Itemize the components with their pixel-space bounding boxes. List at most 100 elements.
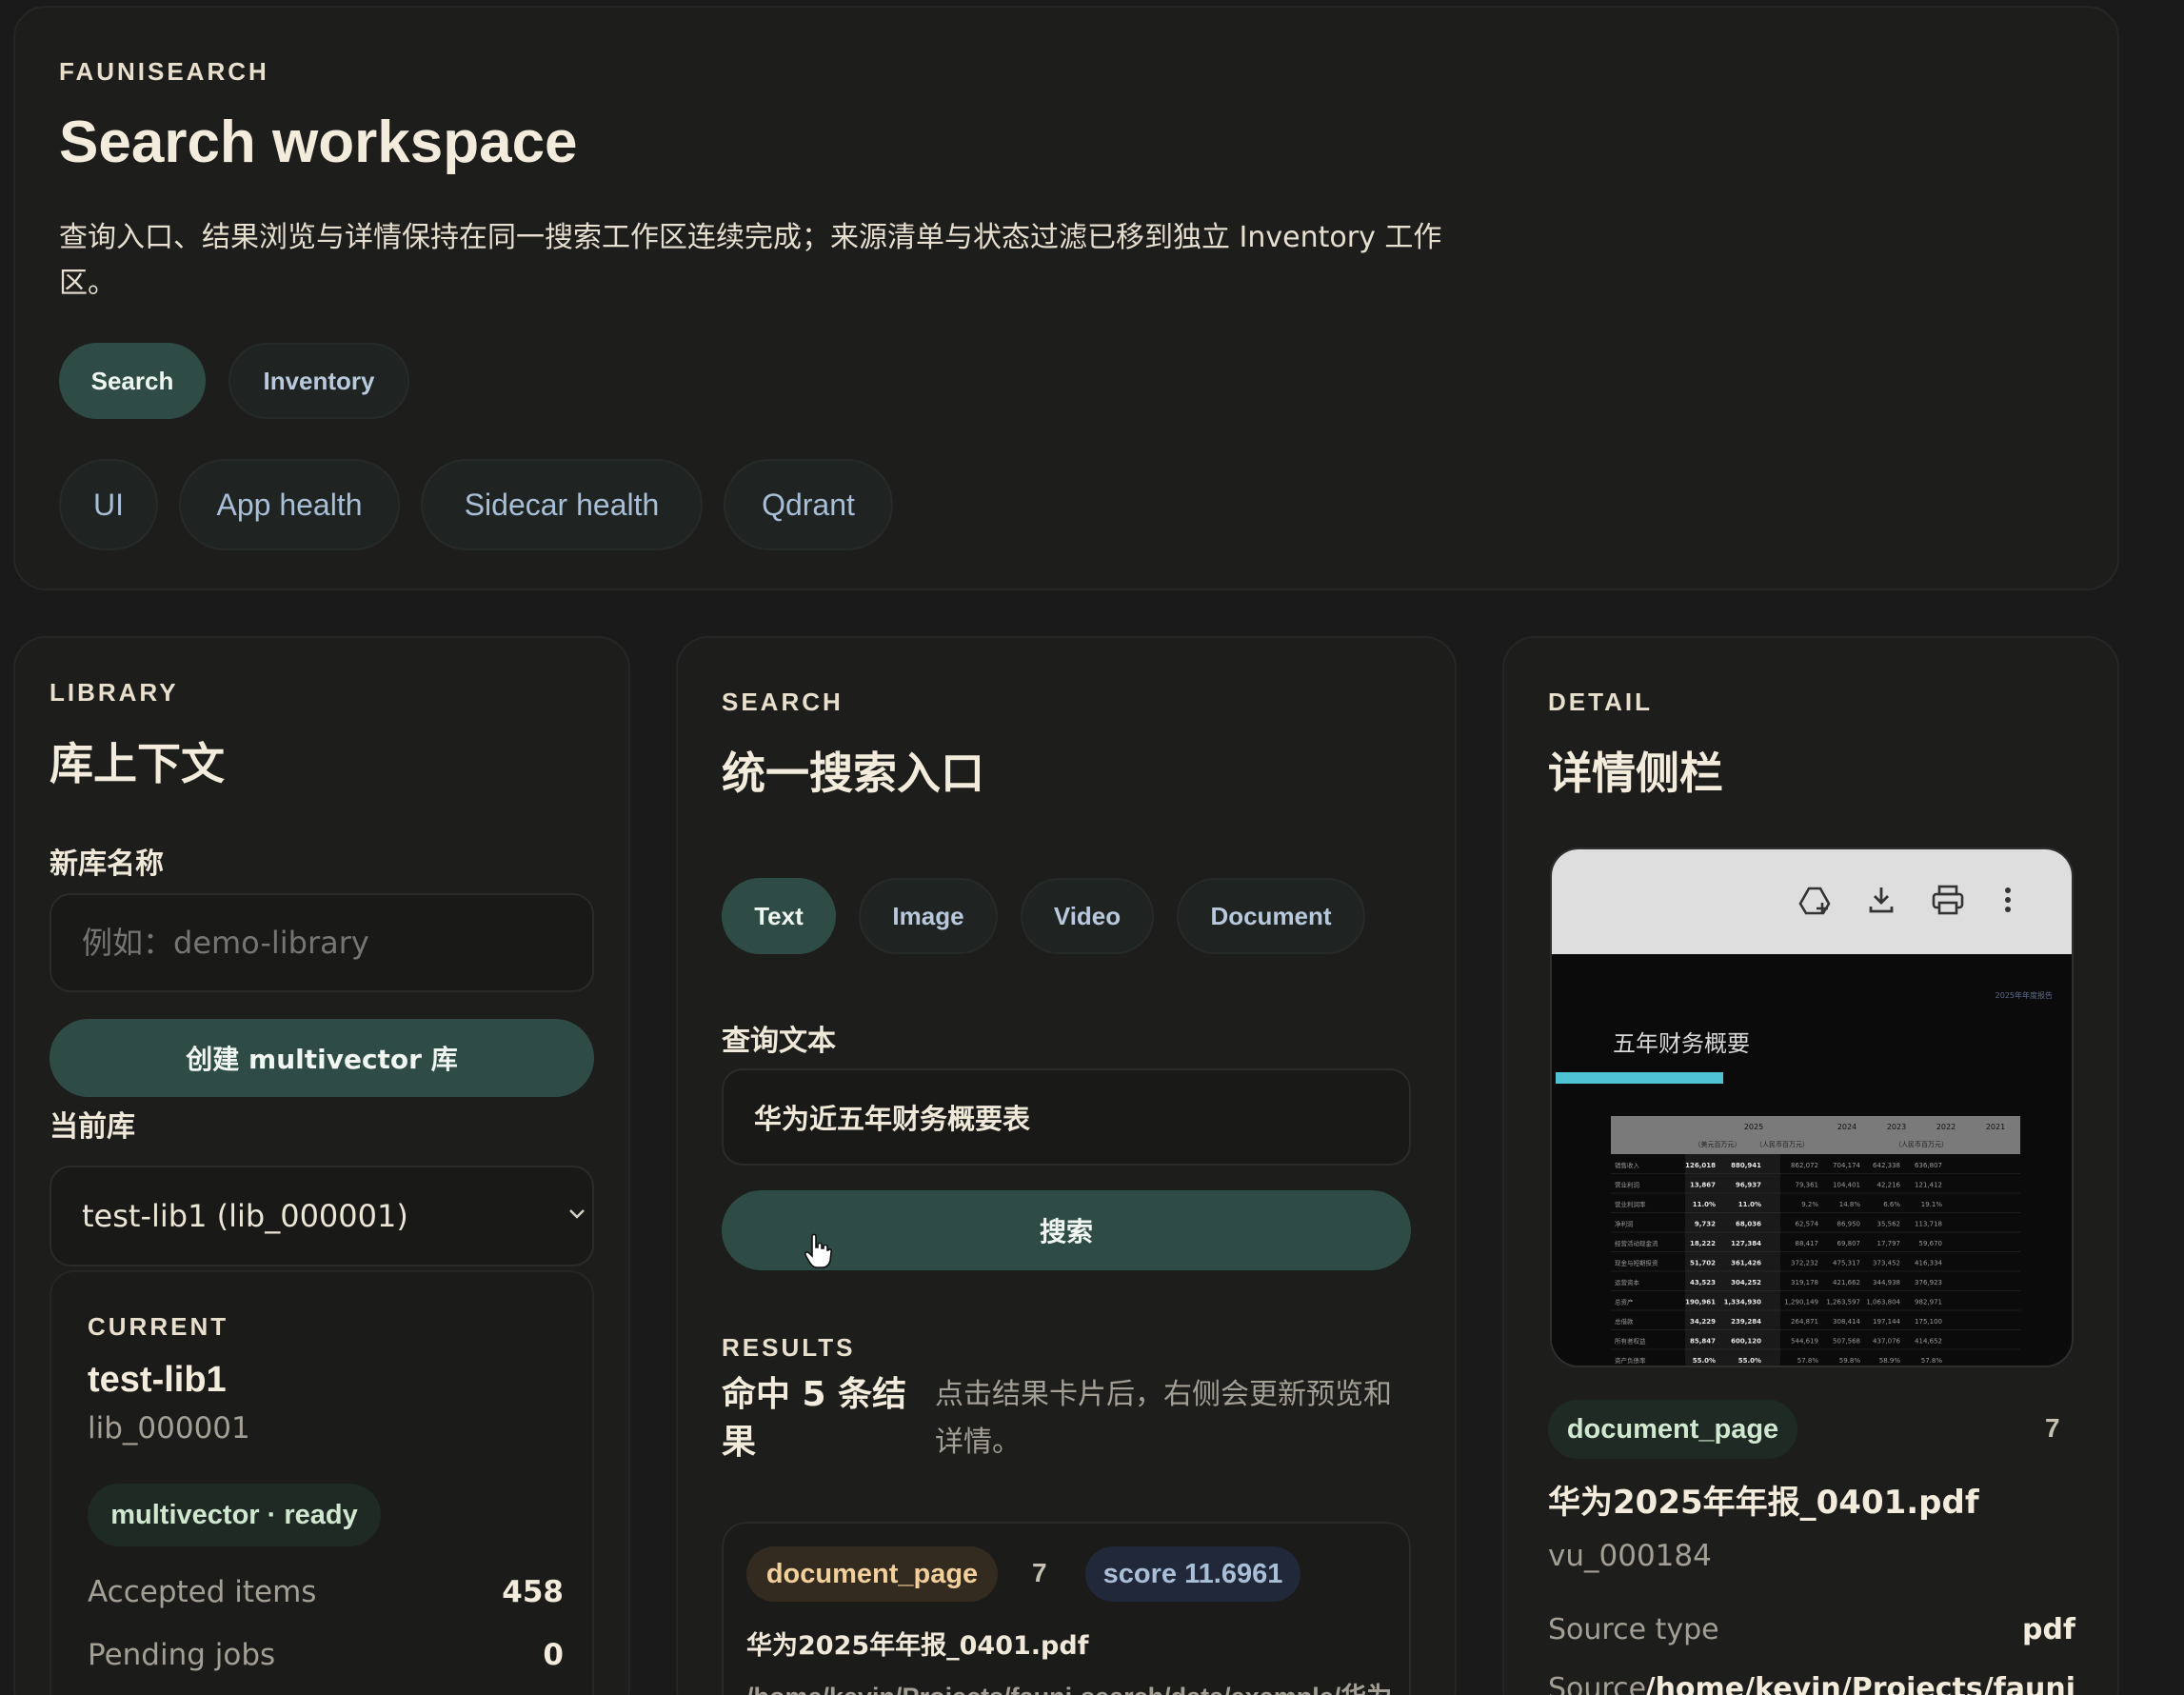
- result-path: /home/kevin/Projects/fauni-search/data/e…: [746, 1676, 1392, 1695]
- mode-tab-text[interactable]: Text: [722, 878, 836, 954]
- page-description: 查询入口、结果浏览与详情保持在同一搜索工作区连续完成；来源清单与状态过滤已移到独…: [59, 215, 1506, 307]
- table-row-label: 资产负债率: [1615, 1356, 1646, 1365]
- table-cell: 43,523: [1690, 1279, 1716, 1286]
- table-row-label: 营业利润率: [1615, 1200, 1646, 1208]
- pdf-toolbar: [1552, 849, 2072, 954]
- table-cell: 51,702: [1690, 1260, 1716, 1267]
- document-preview[interactable]: 2025年年度报告 五年财务概要 2025 2024 2023 2022 2021 （美元…: [1550, 848, 2074, 1367]
- table-cell: 437,076: [1873, 1338, 1900, 1346]
- stat-label: Accepted items: [88, 1575, 317, 1609]
- detail-vu-id: vu_000184: [1548, 1539, 1712, 1573]
- result-page: 7: [1032, 1558, 1047, 1587]
- table-cell: 1,334,930: [1724, 1299, 1762, 1306]
- query-input[interactable]: 华为近五年财务概要表: [722, 1068, 1411, 1166]
- tab-inventory[interactable]: Inventory: [228, 343, 409, 419]
- current-library-label: 当前库: [50, 1110, 135, 1144]
- detail-filename: 华为2025年年报_0401.pdf: [1548, 1484, 1979, 1522]
- table-row-label: 现金与短期投资: [1615, 1259, 1658, 1267]
- detail-page: 7: [2045, 1413, 2060, 1443]
- pdf-accent-bar: [1556, 1072, 1723, 1084]
- more-vert-icon[interactable]: [2003, 886, 2013, 914]
- results-count: 命中 5 条结 果: [722, 1371, 906, 1466]
- table-cell: 126,018: [1685, 1162, 1716, 1169]
- meta-value: pdf: [2021, 1613, 2075, 1646]
- table-cell: 68,036: [1736, 1221, 1761, 1228]
- table-cell: 175,100: [1915, 1318, 1942, 1326]
- table-cell: 880,941: [1731, 1162, 1761, 1169]
- current-eyebrow: CURRENT: [88, 1312, 229, 1341]
- search-eyebrow: SEARCH: [722, 688, 844, 716]
- table-header-band: [1611, 1116, 2020, 1154]
- query-label: 查询文本: [722, 1025, 836, 1058]
- mode-tab-document[interactable]: Document: [1177, 878, 1365, 954]
- status-qdrant[interactable]: Qdrant: [724, 459, 893, 550]
- table-cell: 544,619: [1791, 1338, 1818, 1346]
- current-library-select[interactable]: test-lib1 (lib_000001): [50, 1166, 594, 1266]
- results-hint-line: 详情。: [935, 1426, 1021, 1459]
- table-cell: 197,144: [1873, 1318, 1900, 1326]
- table-cell: 264,871: [1791, 1318, 1818, 1326]
- create-library-button[interactable]: 创建 multivector 库: [50, 1019, 594, 1097]
- table-cell: 1,263,597: [1826, 1299, 1860, 1306]
- table-cell: 14.8%: [1839, 1201, 1861, 1208]
- pdf-page-heading: 五年财务概要: [1613, 1030, 1750, 1057]
- chevron-down-icon: [567, 1204, 586, 1223]
- print-icon[interactable]: [1931, 884, 1965, 916]
- new-library-name-input[interactable]: [50, 893, 594, 992]
- table-cell: 373,452: [1873, 1260, 1900, 1267]
- stat-row: Accepted items 458: [88, 1575, 564, 1617]
- table-cell: 104,401: [1833, 1182, 1860, 1189]
- table-cell: 9,732: [1695, 1221, 1716, 1228]
- status-ui[interactable]: UI: [59, 459, 158, 550]
- current-library-select-value: test-lib1 (lib_000001): [82, 1198, 408, 1234]
- table-cell: 86,950: [1837, 1221, 1861, 1228]
- result-card[interactable]: document_page 7 score 11.6961 华为2025年年报_…: [722, 1522, 1411, 1695]
- table-cell: 304,252: [1731, 1279, 1761, 1286]
- table-row-label: 销售收入: [1615, 1161, 1640, 1169]
- tab-search[interactable]: Search: [59, 343, 206, 419]
- mode-tab-image[interactable]: Image: [859, 878, 998, 954]
- detail-title: 详情侧栏: [1548, 748, 1723, 799]
- table-cell: 127,384: [1731, 1240, 1761, 1247]
- table-cell: 62,574: [1796, 1221, 1819, 1228]
- table-row-label: 总借款: [1615, 1317, 1634, 1326]
- table-cell: 18,222: [1690, 1240, 1716, 1247]
- current-library-id: lib_000001: [88, 1411, 250, 1446]
- detail-meta-row: Source /home/kevin/Projects/fauni: [1548, 1672, 2075, 1695]
- detail-eyebrow: DETAIL: [1548, 688, 1653, 716]
- status-sidecar-health[interactable]: Sidecar health: [421, 459, 703, 550]
- results-hint: 点击结果卡片后，右侧会更新预览和 详情。: [935, 1371, 1392, 1466]
- table-cell: 9.2%: [1801, 1201, 1818, 1208]
- results-hint-line: 点击结果卡片后，右侧会更新预览和: [935, 1378, 1392, 1411]
- add-to-drive-icon[interactable]: [1797, 884, 1832, 918]
- library-title: 库上下文: [50, 738, 225, 789]
- table-unit-header: （人民币百万元）: [1895, 1141, 1948, 1148]
- table-cell: 57.8%: [1797, 1357, 1819, 1365]
- pdf-corner-note: 2025年年度报告: [1995, 991, 2053, 1000]
- pdf-financial-table: 2025 2024 2023 2022 2021 （美元百万元） （人民币百万元） （人民币百…: [1611, 1116, 2020, 1366]
- mode-tab-video[interactable]: Video: [1021, 878, 1154, 954]
- page-description-line: 查询入口、结果浏览与详情保持在同一搜索工作区连续完成；来源清单与状态过滤已移到独…: [59, 221, 1442, 254]
- table-unit-header: （人民币百万元）: [1756, 1141, 1809, 1148]
- table-cell: 507,568: [1833, 1338, 1860, 1346]
- table-cell: 982,971: [1915, 1299, 1942, 1306]
- table-cell: 17,797: [1877, 1240, 1901, 1247]
- status-app-health[interactable]: App health: [179, 459, 400, 550]
- table-cell: 13,867: [1690, 1182, 1716, 1189]
- download-icon[interactable]: [1866, 884, 1896, 916]
- table-cell: 600,120: [1731, 1338, 1761, 1346]
- query-input-value: 华为近五年财务概要表: [754, 1103, 1031, 1135]
- result-filename: 华为2025年年报_0401.pdf: [746, 1631, 1089, 1661]
- result-kind-badge: document_page: [746, 1546, 998, 1602]
- table-cell: 344,938: [1873, 1279, 1900, 1286]
- table-cell: 372,232: [1791, 1260, 1818, 1267]
- table-cell: 69,807: [1837, 1240, 1861, 1247]
- result-score-badge: score 11.6961: [1085, 1546, 1300, 1602]
- results-eyebrow: RESULTS: [722, 1333, 856, 1362]
- table-cell: 421,662: [1833, 1279, 1860, 1286]
- table-year-header: 2024: [1837, 1123, 1856, 1131]
- table-cell: 55.0%: [1693, 1357, 1716, 1365]
- table-cell: 55.0%: [1738, 1357, 1761, 1365]
- table-cell: 121,412: [1915, 1182, 1942, 1189]
- meta-value: /home/kevin/Projects/fauni: [1644, 1672, 2075, 1695]
